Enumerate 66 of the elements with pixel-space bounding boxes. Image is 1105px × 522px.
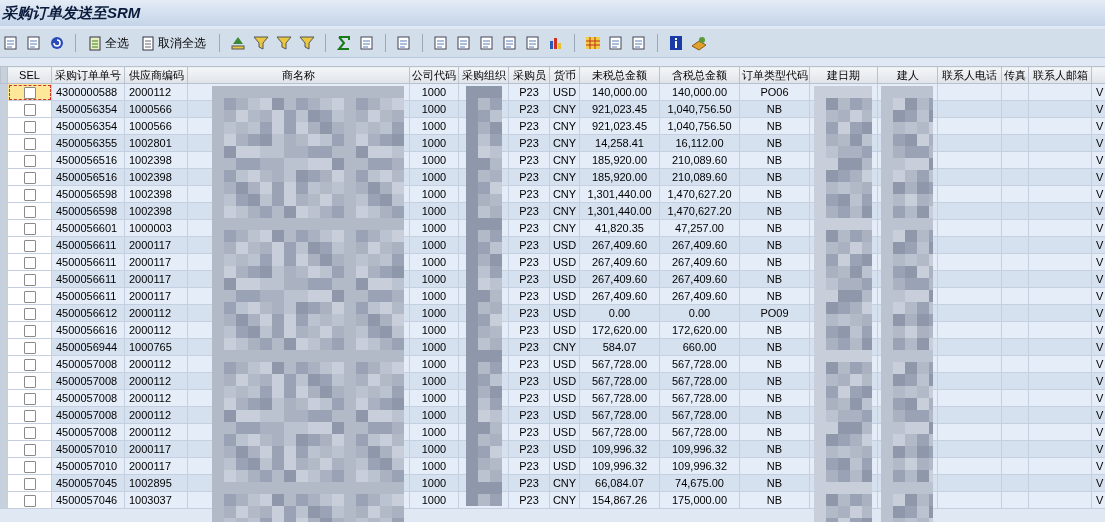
row-checkbox[interactable] bbox=[23, 494, 36, 507]
filter-icon[interactable] bbox=[299, 35, 315, 51]
row-checkbox[interactable] bbox=[23, 460, 36, 473]
row-checkbox[interactable] bbox=[23, 273, 36, 286]
deselect-all-button[interactable]: 取消全选 bbox=[138, 34, 210, 52]
document-icon[interactable] bbox=[396, 35, 412, 51]
filter-icon[interactable] bbox=[276, 35, 292, 51]
row-checkbox[interactable] bbox=[23, 86, 36, 99]
column-header[interactable]: 采购订单单号 bbox=[51, 66, 125, 84]
sigma-icon[interactable] bbox=[336, 35, 352, 51]
document-icon[interactable] bbox=[479, 35, 495, 51]
document-icon bbox=[142, 35, 156, 51]
column-header[interactable]: 供应商编码 bbox=[124, 66, 188, 84]
row-checkbox[interactable] bbox=[23, 120, 36, 133]
row-checkbox[interactable] bbox=[23, 375, 36, 388]
document-icon[interactable] bbox=[502, 35, 518, 51]
row-checkbox[interactable] bbox=[23, 358, 36, 371]
select-all-button[interactable]: 全选 bbox=[85, 34, 133, 52]
refresh-icon[interactable] bbox=[49, 35, 65, 51]
column-header[interactable]: 未税总金额 bbox=[579, 66, 660, 84]
row-checkbox[interactable] bbox=[23, 171, 36, 184]
document-icon[interactable] bbox=[631, 35, 647, 51]
column-header[interactable]: 采购组织 bbox=[458, 66, 509, 84]
column-header[interactable]: 传真 bbox=[1001, 66, 1029, 84]
document-icon[interactable] bbox=[3, 35, 19, 51]
row-checkbox[interactable] bbox=[23, 443, 36, 456]
grid-icon[interactable] bbox=[585, 35, 601, 51]
column-header[interactable]: 商名称 bbox=[187, 66, 410, 84]
document-icon[interactable] bbox=[433, 35, 449, 51]
row-checkbox[interactable] bbox=[23, 290, 36, 303]
row-checkbox[interactable] bbox=[23, 324, 36, 337]
column-header[interactable]: 货币 bbox=[549, 66, 580, 84]
row-checkbox[interactable] bbox=[23, 392, 36, 405]
row-checkbox[interactable] bbox=[23, 154, 36, 167]
row-checkbox[interactable] bbox=[23, 341, 36, 354]
column-header[interactable]: 含税总金额 bbox=[659, 66, 740, 84]
info-icon[interactable] bbox=[668, 35, 684, 51]
column-header[interactable]: 联系人邮箱 bbox=[1028, 66, 1092, 84]
column-header[interactable]: 公司代码 bbox=[409, 66, 459, 84]
column-header[interactable]: SEL bbox=[7, 66, 52, 84]
row-checkbox[interactable] bbox=[23, 222, 36, 235]
filter-icon[interactable] bbox=[253, 35, 269, 51]
row-checkbox[interactable] bbox=[23, 239, 36, 252]
row-checkbox[interactable] bbox=[23, 188, 36, 201]
document-icon[interactable] bbox=[525, 35, 541, 51]
document-icon[interactable] bbox=[608, 35, 624, 51]
row-checkbox[interactable] bbox=[23, 409, 36, 422]
row-checkbox[interactable] bbox=[23, 137, 36, 150]
row-checkbox[interactable] bbox=[23, 256, 36, 269]
column-header[interactable]: 采购员 bbox=[508, 66, 550, 84]
row-checkbox[interactable] bbox=[23, 477, 36, 490]
document-icon[interactable] bbox=[359, 35, 375, 51]
column-header[interactable]: 建日期 bbox=[809, 66, 878, 84]
document-icon[interactable] bbox=[456, 35, 472, 51]
document-icon bbox=[89, 35, 103, 51]
column-header[interactable]: 联系人电话 bbox=[937, 66, 1002, 84]
column-header[interactable]: 建人 bbox=[877, 66, 938, 84]
row-checkbox[interactable] bbox=[23, 205, 36, 218]
row-checkbox[interactable] bbox=[23, 307, 36, 320]
window-title: 采购订单发送至SRM bbox=[2, 3, 141, 23]
row-checkbox[interactable] bbox=[23, 426, 36, 439]
bar-chart-icon[interactable] bbox=[548, 35, 564, 51]
column-header[interactable]: 订单类型代码 bbox=[739, 66, 810, 84]
document-icon[interactable] bbox=[26, 35, 42, 51]
triangle-icon[interactable] bbox=[230, 35, 246, 51]
row-checkbox[interactable] bbox=[23, 103, 36, 116]
